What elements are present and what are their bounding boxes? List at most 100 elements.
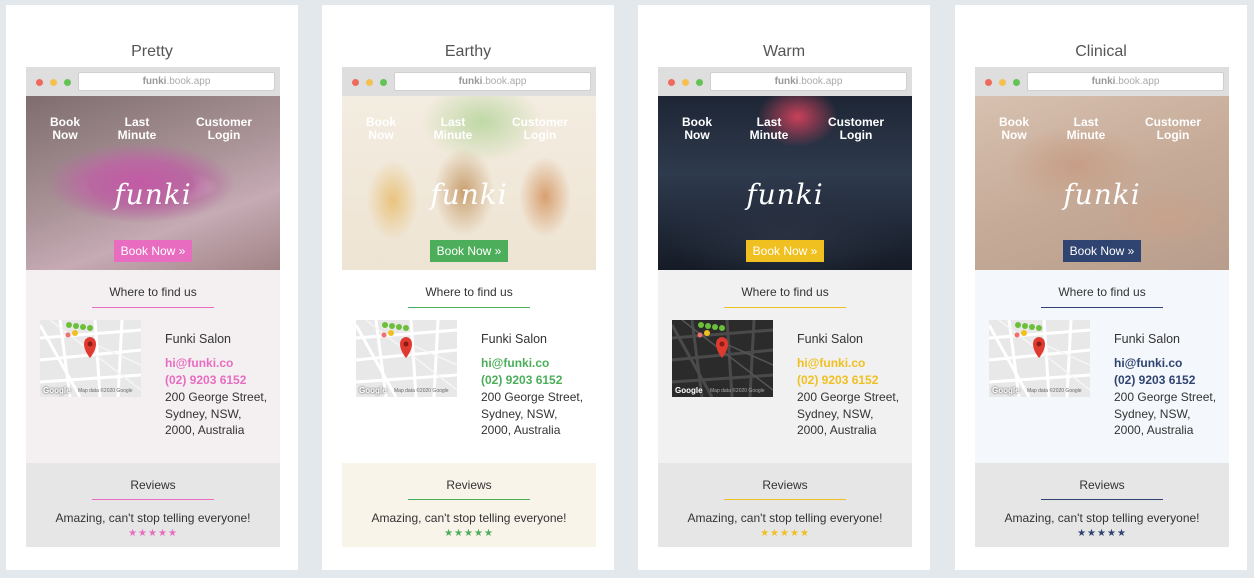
address-bar[interactable]: funki.book.app [78,72,275,91]
theme-card-warm[interactable]: Warm funki.book.app Book Now Last Minute C… [638,5,930,570]
phone-link[interactable]: (02) 9203 6152 [797,373,878,387]
nav-last-minute-line1: Last [124,115,150,129]
browser-preview: funki.book.app Book Now Last Minute Custom… [975,67,1229,547]
theme-card-pretty[interactable]: Pretty funki.book.app Book Now Last Minute… [6,5,298,570]
nav-customer-login-line2: Login [523,128,557,142]
nav-customer-login[interactable]: Customer Login [1138,116,1208,142]
theme-card-earthy[interactable]: Earthy funki.book.app Book Now Last Minute… [322,5,614,570]
nav-customer-login-line2: Login [1156,128,1190,142]
address-bar[interactable]: funki.book.app [1027,72,1224,91]
hero-banner: Book Now Last Minute Customer Login funki B… [342,96,596,270]
email-link[interactable]: hi@funki.co [481,356,549,370]
url-rest: .book.app [482,76,527,87]
book-now-button[interactable]: Book Now » [430,240,508,262]
browser-preview: funki.book.app Book Now Last Minute Custom… [342,67,596,547]
map-credit: Map data ©2020 Google [710,388,765,394]
reviews-heading: Reviews [130,478,176,492]
reviews-section: Reviews Amazing, can't stop telling ever… [342,463,596,547]
url-brand: funki [1091,76,1116,87]
reviews-section: Reviews Amazing, can't stop telling ever… [975,463,1229,547]
heading-underline [92,499,214,500]
minimize-dot-icon [682,79,689,86]
phone-link[interactable]: (02) 9203 6152 [165,373,246,387]
nav-book-now[interactable]: Book Now [356,116,406,142]
location-map[interactable]: Google Map data ©2020 Google [40,320,141,397]
reviews-heading: Reviews [762,478,808,492]
funki-logo: funki [430,178,508,211]
nav-book-now[interactable]: Book Now [40,116,90,142]
salon-name: Funki Salon [165,332,232,346]
nav-book-now-line1: Book [366,115,396,129]
book-now-button[interactable]: Book Now » [1063,240,1141,262]
nav-book-now-line2: Now [1001,128,1027,142]
nav-last-minute[interactable]: Last Minute [1061,116,1111,142]
nav-customer-login-line1: Customer [827,115,884,129]
map-credit: Map data ©2020 Google [394,388,449,394]
nav-last-minute[interactable]: Last Minute [428,116,478,142]
heading-underline [1041,499,1163,500]
phone-link[interactable]: (02) 9203 6152 [1114,373,1195,387]
phone-link[interactable]: (02) 9203 6152 [481,373,562,387]
review-text: Amazing, can't stop telling everyone! [687,511,883,525]
maximize-dot-icon [1013,79,1020,86]
nav-book-now[interactable]: Book Now [672,116,722,142]
nav-customer-login[interactable]: Customer Login [505,116,575,142]
address: 200 George Street, Sydney, NSW, 2000, Au… [481,390,584,437]
heading-underline [92,307,214,308]
theme-card-clinical[interactable]: Clinical funki.book.app Book Now Last Minu… [955,5,1247,570]
nav-last-minute-line1: Last [1073,115,1099,129]
nav-book-now-line1: Book [999,115,1029,129]
nav-book-now-line1: Book [682,115,712,129]
email-link[interactable]: hi@funki.co [165,356,233,370]
url-rest: .book.app [1115,76,1160,87]
close-dot-icon [985,79,992,86]
funki-logo: funki [114,178,192,211]
funki-logo: funki [1063,178,1141,211]
browser-preview: funki.book.app Book Now Last Minute Custom… [26,67,280,547]
nav-last-minute-line1: Last [756,115,782,129]
review-text: Amazing, can't stop telling everyone! [371,511,567,525]
review-text: Amazing, can't stop telling everyone! [1004,511,1200,525]
find-us-section: Where to find us Google Map data ©2020 G… [658,270,912,463]
find-us-heading: Where to find us [741,285,829,299]
hero-banner: Book Now Last Minute Customer Login funki B… [975,96,1229,270]
theme-title: Warm [762,43,806,60]
email-link[interactable]: hi@funki.co [797,356,865,370]
map-credit: Map data ©2020 Google [1027,388,1082,394]
url-rest: .book.app [166,76,211,87]
nav-customer-login-line1: Customer [1144,115,1201,129]
nav-last-minute[interactable]: Last Minute [744,116,794,142]
location-map[interactable]: Google Map data ©2020 Google [672,320,773,397]
heading-underline [408,307,530,308]
browser-preview: funki.book.app Book Now Last Minute Custom… [658,67,912,547]
find-us-section: Where to find us Google Map data ©2020 G… [975,270,1229,463]
browser-chrome: funki.book.app [26,67,280,96]
browser-chrome: funki.book.app [342,67,596,96]
nav-customer-login[interactable]: Customer Login [821,116,891,142]
address-bar[interactable]: funki.book.app [394,72,591,91]
browser-chrome: funki.book.app [658,67,912,96]
location-map[interactable]: Google Map data ©2020 Google [356,320,457,397]
minimize-dot-icon [999,79,1006,86]
url-brand: funki [142,76,167,87]
salon-name: Funki Salon [1114,332,1181,346]
url-brand: funki [458,76,483,87]
book-now-button[interactable]: Book Now » [114,240,192,262]
reviews-heading: Reviews [446,478,492,492]
address-bar[interactable]: funki.book.app [710,72,907,91]
nav-book-now[interactable]: Book Now [989,116,1039,142]
nav-last-minute-line2: Minute [117,128,157,142]
salon-name: Funki Salon [481,332,548,346]
nav-customer-login[interactable]: Customer Login [189,116,259,142]
email-link[interactable]: hi@funki.co [1114,356,1182,370]
nav-last-minute[interactable]: Last Minute [112,116,162,142]
theme-title: Pretty [131,43,173,60]
book-now-button[interactable]: Book Now » [746,240,824,262]
theme-title: Earthy [444,43,492,60]
close-dot-icon [36,79,43,86]
location-map[interactable]: Google Map data ©2020 Google [989,320,1090,397]
heading-underline [408,499,530,500]
nav-book-now-line2: Now [684,128,710,142]
theme-title: Clinical [1075,43,1127,60]
maximize-dot-icon [696,79,703,86]
